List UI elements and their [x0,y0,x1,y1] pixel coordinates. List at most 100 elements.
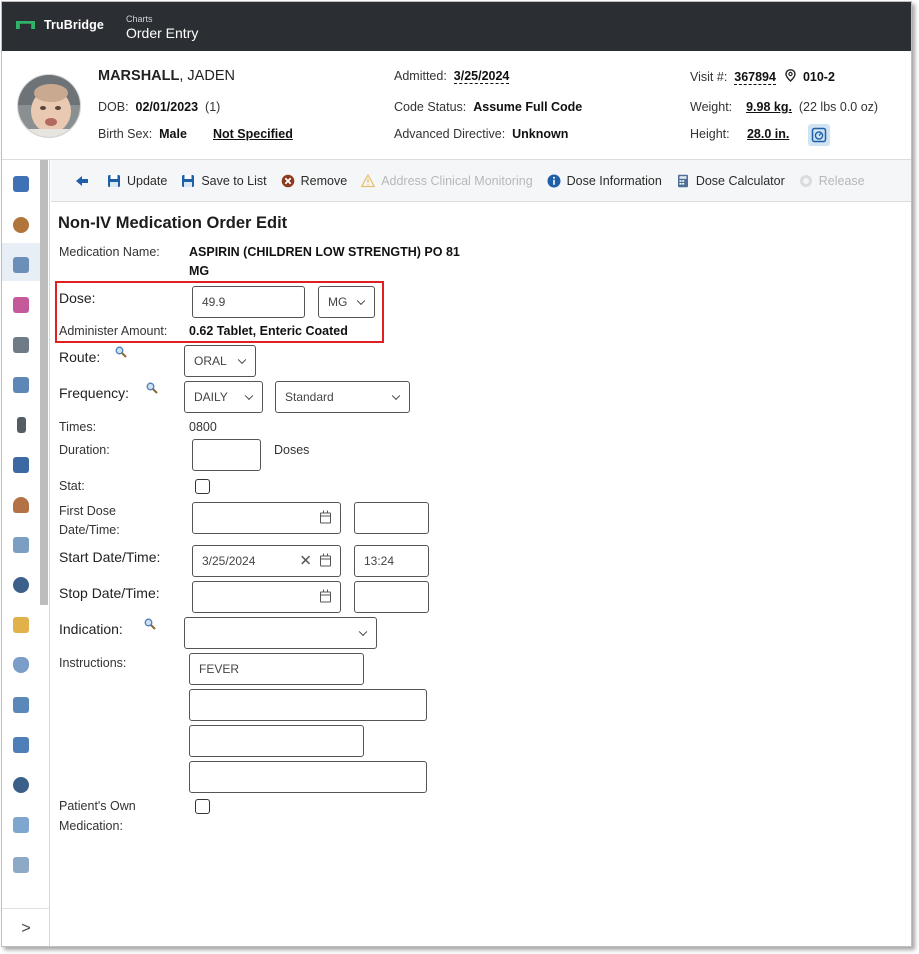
flask-icon[interactable] [13,657,29,673]
app-window: TruBridge Charts Order Entry MARSHALL, J… [1,1,912,947]
person-icon[interactable] [13,497,29,513]
palette-icon[interactable] [13,297,29,313]
weight-row: Weight: 9.98 kg. (22 lbs 0.0 oz) [690,100,879,114]
route-search-icon[interactable] [115,346,127,358]
clock-icon[interactable] [13,217,29,233]
start-time-input[interactable]: 13:24 [354,545,429,577]
release-icon [799,174,812,187]
advanced-directive-row: Advanced Directive: Unknown [394,127,569,141]
globe-icon[interactable] [13,577,29,593]
medication-order-form: Non-IV Medication Order Edit Medication … [51,202,911,946]
stop-date-input[interactable] [192,581,341,613]
notes-icon[interactable] [13,377,29,393]
scale-icon [811,127,827,143]
nurse-icon[interactable] [13,537,29,553]
frequency-select[interactable]: DAILY [184,381,263,413]
staff-icon[interactable] [13,817,29,833]
dob-row: DOB: 02/01/2023 (1) [98,100,221,114]
indication-select[interactable] [184,617,377,649]
breadcrumb-parent: Charts [126,14,153,24]
calculator-icon [677,174,688,187]
dose-unit-select[interactable]: MG [318,286,375,318]
administer-amount-value: 0.62 Tablet, Enteric Coated [189,324,348,338]
update-button[interactable]: Update [107,174,167,188]
patients-own-label-line1: Patient's Own [59,799,136,813]
orders-icon[interactable] [13,257,29,273]
birth-sex-value: Male [159,127,187,141]
first-dose-time-input[interactable] [354,502,429,534]
frequency-search-icon[interactable] [146,382,158,394]
left-nav-scrollbar[interactable] [40,160,48,605]
frequency-type-select[interactable]: Standard [275,381,410,413]
brand-logo[interactable]: TruBridge [16,18,104,32]
instructions-input-4[interactable] [189,761,427,793]
dose-label: Dose: [59,290,96,306]
indication-label: Indication: [59,621,123,637]
stat-checkbox[interactable] [195,479,210,494]
documents-icon[interactable] [13,337,29,353]
first-dose-label-line2: Date/Time: [59,523,120,537]
chevron-right-icon: > [21,919,31,937]
trubridge-logo-icon [16,19,35,31]
release-button[interactable]: Release [799,174,865,188]
first-dose-label-line1: First Dose [59,504,116,518]
room-value: 010-2 [802,70,835,84]
chevron-down-icon [358,627,368,637]
code-status-row: Code Status: Assume Full Code [394,100,583,114]
info-icon [547,174,561,187]
pills-icon[interactable] [13,697,29,713]
indication-search-icon[interactable] [144,618,156,630]
stop-time-input[interactable] [354,581,429,613]
start-date-input[interactable]: 3/25/2024 ✕ [192,545,341,577]
form-title: Non-IV Medication Order Edit [58,214,288,232]
patient-banner: MARSHALL, JADEN DOB: 02/01/2023 (1) Birt… [2,51,911,160]
medication-name-value-line1: ASPIRIN (CHILDREN LOW STRENGTH) PO 81 [189,245,460,259]
start-datetime-label: Start Date/Time: [59,549,161,565]
instructions-label: Instructions: [59,656,127,670]
calendar-icon [320,510,331,524]
save-to-list-button[interactable]: Save to List [181,174,267,188]
times-value: 0800 [189,420,217,434]
dose-calculator-button[interactable]: Dose Calculator [676,174,785,188]
calendar-icon [320,589,331,603]
dose-information-button[interactable]: Dose Information [547,174,662,188]
first-dose-date-input[interactable] [192,502,341,534]
dose-input[interactable]: 49.9 [192,286,305,318]
refresh-doc-icon[interactable] [13,737,29,753]
scale-button[interactable] [808,124,830,146]
route-select[interactable]: ORAL [184,345,256,377]
database-icon[interactable] [13,457,29,473]
medical-folder-icon[interactable] [13,617,29,633]
admitted-row: Admitted: 3/25/2024 [394,69,510,84]
remove-icon [281,174,294,187]
medication-name-label: Medication Name: [59,245,160,259]
weight-value[interactable]: 9.98 kg. [746,100,792,114]
patients-own-label-line2: Medication: [59,819,123,833]
gender-identity-link[interactable]: Not Specified [213,127,293,141]
duration-unit-label: Doses [274,443,310,457]
back-arrow-icon [76,175,88,186]
clear-icon[interactable]: ✕ [299,554,312,569]
medication-name-value-line2: MG [189,264,210,278]
address-clinical-monitoring-button[interactable]: Address Clinical Monitoring [361,173,533,188]
visit-row: Visit #: 367894 010-2 [690,69,835,85]
instructions-input-2[interactable] [189,689,427,721]
admitted-value[interactable]: 3/25/2024 [453,69,510,84]
check-globe-icon[interactable] [13,777,29,793]
duration-input[interactable] [192,439,261,471]
report-icon[interactable] [13,857,29,873]
phone-icon[interactable] [17,417,26,433]
order-toolbar: Update Save to List Remove Address Clini… [51,160,911,202]
instructions-input-3[interactable] [189,725,364,757]
instructions-input-1[interactable]: FEVER [189,653,364,685]
expand-nav-button[interactable]: > [2,908,50,946]
chart-summary-icon[interactable] [13,176,29,192]
visit-number[interactable]: 367894 [734,70,776,85]
save-list-icon [182,174,195,187]
patients-own-medication-checkbox[interactable] [195,799,210,814]
height-value[interactable]: 28.0 in. [747,127,789,141]
chevron-down-icon [391,391,401,401]
back-button[interactable] [75,174,89,188]
remove-button[interactable]: Remove [281,174,347,188]
page-title: Order Entry [126,25,199,41]
